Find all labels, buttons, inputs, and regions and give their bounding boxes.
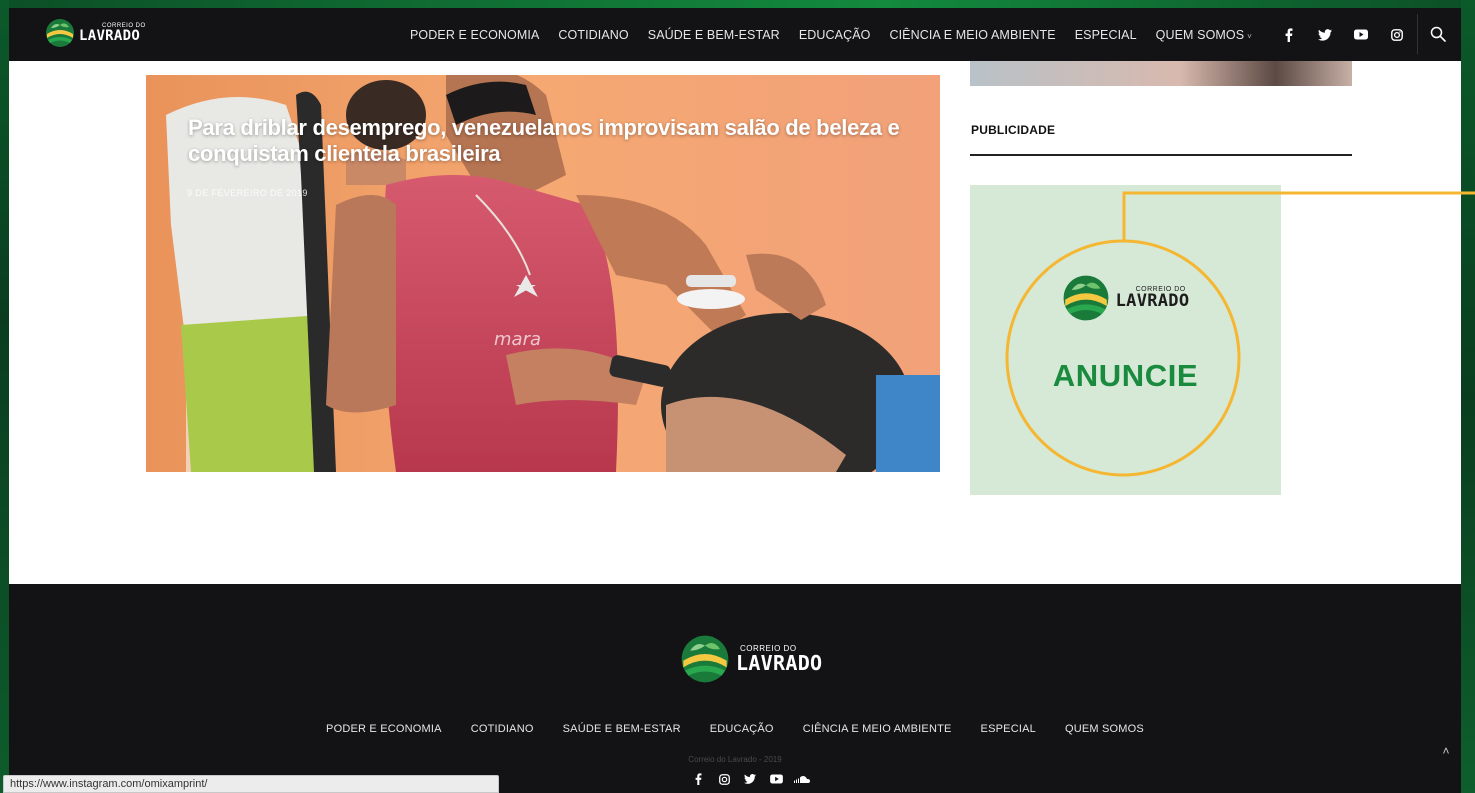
nav-item-poder-e-economia[interactable]: PODER E ECONOMIA <box>410 28 539 42</box>
search-icon <box>1430 26 1446 42</box>
nav-item-especial[interactable]: ESPECIAL <box>1075 28 1137 42</box>
footer-item-quem-somos[interactable]: QUEM SOMOS <box>1065 723 1144 735</box>
youtube-icon[interactable] <box>763 773 789 785</box>
footer-item-especial[interactable]: ESPECIAL <box>981 723 1036 735</box>
footer-brand-text: CORREIO DO LAVRADO <box>736 645 823 675</box>
footer-social-links <box>685 773 815 785</box>
chevron-down-icon: ˅ <box>1247 31 1252 41</box>
publicidade-heading: PUBLICIDADE <box>971 123 1056 137</box>
twitter-icon[interactable] <box>1307 28 1343 41</box>
footer-item-saude-e-bem-estar[interactable]: SAÚDE E BEM-ESTAR <box>563 723 681 735</box>
nav-item-saude-e-bem-estar[interactable]: SAÚDE E BEM-ESTAR <box>648 28 780 42</box>
footer-menu: PODER E ECONOMIA COTIDIANO SAÚDE E BEM-E… <box>9 723 1461 735</box>
footer-brand-big: LAVRADO <box>736 651 823 675</box>
site-footer: CORREIO DO LAVRADO PODER E ECONOMIA COTI… <box>9 584 1461 793</box>
footer-item-educacao[interactable]: EDUCAÇÃO <box>710 723 774 735</box>
youtube-icon[interactable] <box>1343 29 1379 40</box>
section-divider <box>970 154 1352 156</box>
lavrado-logo-icon <box>1063 275 1109 321</box>
copyright-text: Correio do Lavrado - 2019 <box>688 755 782 764</box>
main-content: mara Para driblar desemprego, venezuelan… <box>9 61 1461 584</box>
instagram-icon[interactable] <box>711 773 737 785</box>
back-to-top-button[interactable]: ˄ <box>1436 744 1456 760</box>
nav-item-cotidiano[interactable]: COTIDIANO <box>558 28 628 42</box>
top-navbar: CORREIO DO LAVRADO PODER E ECONOMIA COTI… <box>9 8 1461 61</box>
sidebar-article-thumbnail[interactable] <box>970 61 1352 86</box>
search-button[interactable] <box>1426 22 1450 46</box>
lavrado-logo-icon <box>681 635 729 683</box>
nav-item-educacao[interactable]: EDUCAÇÃO <box>799 28 871 42</box>
featured-article-title[interactable]: Para driblar desemprego, venezuelanos im… <box>188 115 908 168</box>
browser-status-bar: https://www.instagram.com/omixamprint/ <box>3 775 499 793</box>
footer-item-ciencia-e-meio-ambiente[interactable]: CIÊNCIA E MEIO AMBIENTE <box>803 723 952 735</box>
green-frame-left <box>0 0 9 793</box>
footer-item-poder-e-economia[interactable]: PODER E ECONOMIA <box>326 723 442 735</box>
nav-item-ciencia-e-meio-ambiente[interactable]: CIÊNCIA E MEIO AMBIENTE <box>889 28 1055 42</box>
nav-divider <box>1417 14 1418 54</box>
lavrado-logo-icon <box>46 19 74 47</box>
ad-cta-text: ANUNCIE <box>1052 358 1199 393</box>
featured-article-date: 9 DE FEVEREIRO DE 2019 <box>187 188 308 198</box>
main-menu: PODER E ECONOMIA COTIDIANO SAÚDE E BEM-E… <box>410 8 1271 61</box>
twitter-icon[interactable] <box>737 773 763 785</box>
facebook-icon[interactable] <box>685 773 711 785</box>
ad-banner-anuncie[interactable]: CORREIO DO LAVRADO ANUNCIE <box>970 185 1281 495</box>
social-links <box>1271 8 1415 61</box>
ad-logo: CORREIO DO LAVRADO <box>1062 274 1190 322</box>
green-frame-right <box>1461 0 1475 793</box>
facebook-icon[interactable] <box>1271 27 1307 42</box>
ad-brand-big: LAVRADO <box>1115 291 1190 311</box>
footer-item-cotidiano[interactable]: COTIDIANO <box>471 723 534 735</box>
nav-item-quem-somos-label: QUEM SOMOS <box>1155 27 1245 42</box>
soundcloud-icon[interactable] <box>789 773 815 785</box>
green-frame-top <box>0 0 1475 8</box>
brand-big-text: LAVRADO <box>79 28 141 44</box>
svg-text:mara: mara <box>494 329 541 350</box>
instagram-icon[interactable] <box>1379 28 1415 41</box>
site-logo-link[interactable]: CORREIO DO LAVRADO <box>45 18 146 48</box>
featured-article-card[interactable]: mara Para driblar desemprego, venezuelan… <box>146 75 940 472</box>
ad-brand-text: CORREIO DO LAVRADO <box>1116 286 1190 310</box>
nav-item-quem-somos[interactable]: QUEM SOMOS ˅ <box>1156 28 1252 42</box>
footer-logo-link[interactable]: CORREIO DO LAVRADO <box>680 634 822 684</box>
brand-text: CORREIO DO LAVRADO <box>79 23 146 43</box>
